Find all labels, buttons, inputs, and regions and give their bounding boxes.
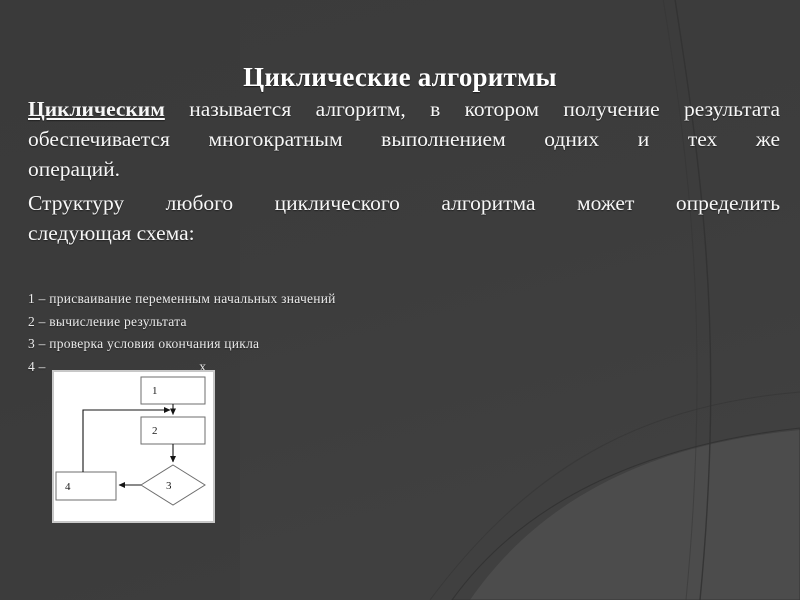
definition-keyword: Циклическим bbox=[28, 97, 165, 121]
legend-item-3: 3 – проверка условия окончания цикла bbox=[28, 336, 260, 351]
flowchart-node-1: 1 bbox=[140, 376, 206, 405]
flowchart-diagram: 1 2 3 4 bbox=[53, 371, 214, 522]
paragraph-structure-line-2: следующая схема: bbox=[28, 221, 195, 245]
legend-item-1: 1 – присваивание переменным начальных зн… bbox=[28, 291, 336, 306]
flowchart-node-1-label: 1 bbox=[152, 385, 158, 397]
flowchart-node-4-label: 4 bbox=[65, 481, 71, 493]
flowchart-node-3-label: 3 bbox=[166, 480, 172, 492]
flowchart-image: 1 2 3 4 bbox=[52, 370, 215, 523]
legend-item-2: 2 – вычисление результата bbox=[28, 313, 187, 329]
definition-line-1-rest: называется алгоритм, в котором получение… bbox=[164, 97, 780, 121]
page-title: Циклические алгоритмы bbox=[243, 62, 557, 93]
paragraph-definition-line-2: обеспечивается многократным выполнением … bbox=[28, 127, 780, 151]
paragraph-structure-line-1: Структуру любого циклического алгоритма … bbox=[28, 191, 780, 215]
legend-item-4-head: 4 – bbox=[28, 358, 50, 374]
flowchart-node-2-label: 2 bbox=[152, 425, 158, 437]
paragraph-definition-line-1: Циклическим называется алгоритм, в котор… bbox=[28, 94, 780, 124]
paragraph-definition-line-3: операций. bbox=[28, 157, 120, 181]
slide-canvas: Циклические алгоритмы Циклическим называ… bbox=[0, 0, 800, 600]
slide-content: Циклические алгоритмы Циклическим называ… bbox=[0, 0, 800, 600]
flowchart-node-4: 4 bbox=[55, 471, 117, 501]
paragraph-definition: Циклическим называется алгоритм, в котор… bbox=[28, 94, 780, 184]
paragraph-structure: Структуру любого циклического алгоритма … bbox=[28, 188, 780, 248]
flowchart-node-2: 2 bbox=[140, 416, 206, 445]
legend-list: 1 – присваивание переменным начальных зн… bbox=[28, 288, 628, 378]
